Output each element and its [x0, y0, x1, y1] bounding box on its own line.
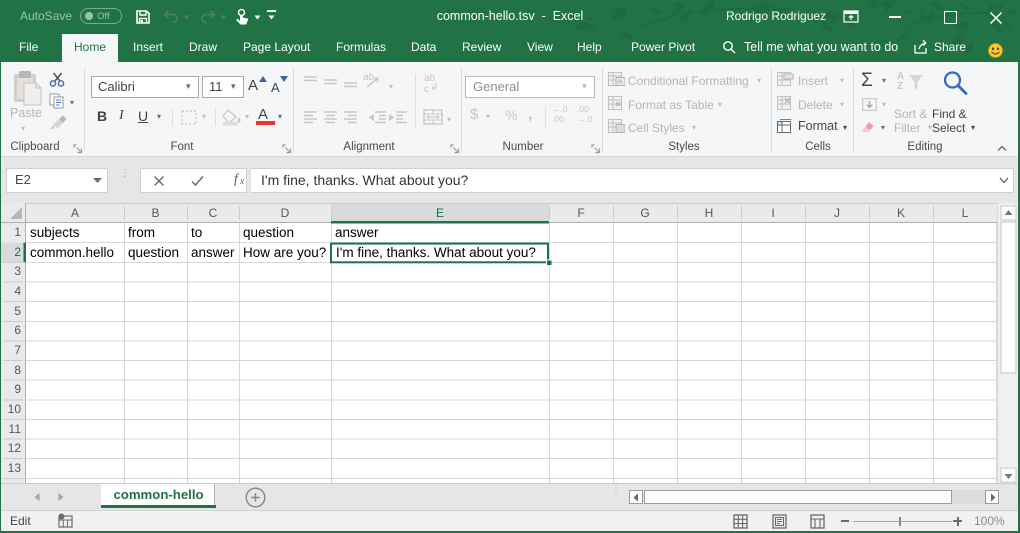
svg-text:ab: ab — [424, 73, 436, 84]
svg-text:c: c — [424, 84, 429, 95]
svg-text:ab: ab — [363, 72, 375, 83]
